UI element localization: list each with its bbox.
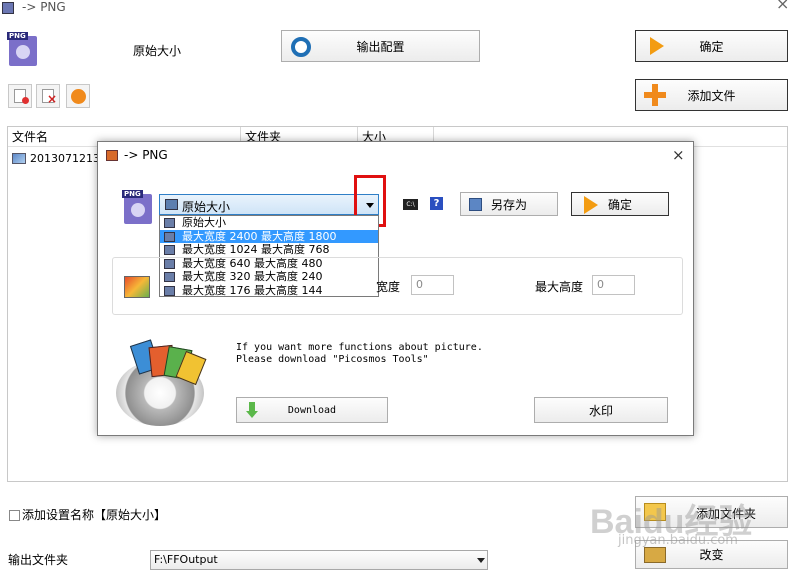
- height-label: 最大高度: [535, 280, 584, 294]
- width-label: 宽度: [376, 280, 401, 294]
- add-file-button[interactable]: 添加文件: [635, 79, 788, 111]
- png-format-icon: PNG: [7, 32, 37, 66]
- chevron-down-icon: [477, 558, 485, 563]
- output-config-button[interactable]: 输出配置: [281, 30, 480, 62]
- image-icon: [124, 276, 150, 298]
- preset-selected-value: 原始大小: [182, 200, 231, 214]
- watermark-button[interactable]: 水印: [534, 397, 668, 423]
- plus-icon: [644, 84, 666, 106]
- preset-option[interactable]: 原始大小: [160, 216, 378, 230]
- remove-file-button[interactable]: ×: [36, 84, 60, 108]
- download-button[interactable]: Download: [236, 397, 388, 423]
- height-input[interactable]: 0: [592, 275, 635, 295]
- add-setting-label: 添加设置名称【原始大小】: [22, 508, 167, 522]
- arrow-right-icon: [584, 196, 598, 214]
- dialog-ok-button[interactable]: 确定: [571, 192, 669, 216]
- image-file-icon: [12, 153, 26, 164]
- ok-button[interactable]: 确定: [635, 30, 788, 62]
- cmd-icon[interactable]: C:\: [403, 199, 418, 210]
- png-format-icon: PNG: [122, 190, 152, 224]
- gear-icon: [291, 37, 311, 57]
- width-input[interactable]: 0: [411, 275, 454, 295]
- save-as-button[interactable]: 另存为: [460, 192, 558, 216]
- play-icon: [71, 89, 86, 104]
- column-header-filename[interactable]: 文件名: [12, 128, 48, 146]
- window-close-icon[interactable]: ×: [776, 0, 789, 13]
- preset-select[interactable]: 原始大小: [159, 194, 379, 215]
- picosmos-gear-logo: [116, 339, 212, 426]
- floppy-disk-icon: [469, 198, 482, 211]
- clear-list-button[interactable]: [8, 84, 32, 108]
- preset-option[interactable]: 最大宽度 2400 最大高度 1800: [160, 229, 378, 243]
- dialog-app-icon: [106, 150, 118, 161]
- help-icon[interactable]: ?: [430, 197, 443, 210]
- app-icon: [2, 2, 14, 14]
- promo-line-1: If you want more functions about picture…: [236, 342, 483, 353]
- output-folder-select[interactable]: F:\FFOutput: [150, 550, 488, 570]
- preset-option[interactable]: 最大宽度 1024 最大高度 768: [160, 243, 378, 257]
- size-label: 原始大小: [133, 44, 182, 58]
- watermark-url: jingyan.baidu.com: [618, 533, 738, 548]
- play-button[interactable]: [66, 84, 90, 108]
- window-title: -> PNG: [22, 0, 66, 14]
- output-folder-value: F:\FFOutput: [154, 553, 218, 566]
- arrow-right-icon: [650, 37, 664, 55]
- add-setting-checkbox[interactable]: [9, 510, 20, 521]
- camera-icon: [644, 547, 666, 563]
- promo-line-2: Please download "Picosmos Tools": [236, 354, 429, 365]
- dialog-close-icon[interactable]: ×: [672, 146, 685, 164]
- dialog-title: -> PNG: [124, 148, 168, 162]
- png-settings-dialog: -> PNG × PNG 原始大小 原始大小 最大宽度 2400 最大高度 18…: [97, 141, 694, 436]
- output-folder-label: 输出文件夹: [8, 553, 69, 567]
